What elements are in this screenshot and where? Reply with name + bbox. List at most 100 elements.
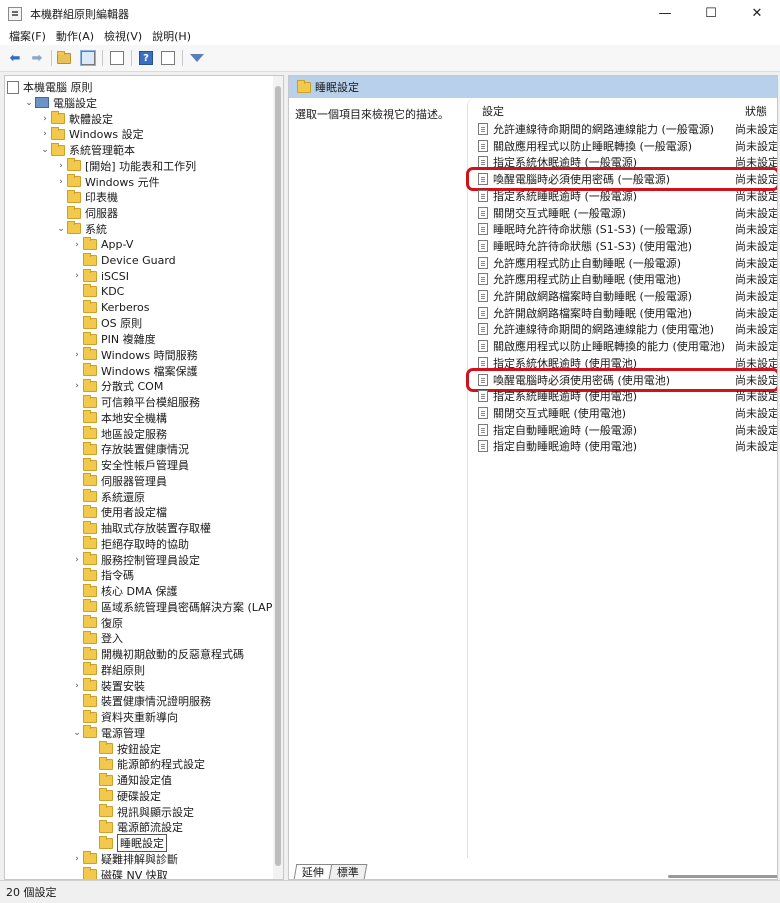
menu-action[interactable]: 動作(A) [51,28,99,44]
tree-item[interactable]: ⌄ 系統 [55,221,107,237]
help-icon[interactable]: ? [137,49,155,67]
tree-item[interactable]: 伺服器管理員 [71,473,167,489]
tree-item[interactable]: 裝置健康情況證明服務 [71,693,211,709]
setting-row[interactable]: 允許連線待命期間的網路連線能力 (使用電池) 尚未設定 [478,321,777,337]
tree-item[interactable]: ⌄ 系統管理範本 [39,142,135,158]
properties-icon[interactable] [159,49,177,67]
tree-item[interactable]: 電源節流設定 [87,819,183,835]
maximize-icon[interactable]: ☐ [688,0,734,27]
setting-row[interactable]: 允許應用程式防止自動睡眠 (一般電源) 尚未設定 [478,255,777,271]
forward-arrow-icon[interactable]: ➡ [28,49,46,67]
back-arrow-icon[interactable]: ⬅ [6,49,24,67]
setting-row[interactable]: 指定自動睡眠逾時 (一般電源) 尚未設定 [478,422,777,438]
tree-item[interactable]: 登入 [71,630,123,646]
chevron-down-icon[interactable]: ⌄ [39,142,51,158]
tree-item[interactable]: 資料夾重新導向 [71,709,178,725]
chevron-right-icon[interactable]: › [55,174,67,190]
tree-item[interactable]: 拒絕存取時的協助 [71,536,189,552]
tree-item[interactable]: 抽取式存放裝置存取權 [71,520,211,536]
chevron-down-icon[interactable]: ⌄ [23,95,35,111]
setting-row[interactable]: 關啟應用程式以防止睡眠轉換的能力 (使用電池) 尚未設定 [478,338,777,354]
tree-item[interactable]: 能源節約程式設定 [87,756,205,772]
setting-row[interactable]: 睡眠時允許待命狀態 (S1-S3) (使用電池) 尚未設定 [478,238,777,254]
tree-item[interactable]: 存放裝置健康情況 [71,441,189,457]
tree-scroll-thumb[interactable] [275,86,281,866]
tree-item[interactable]: 可信賴平台模組服務 [71,394,200,410]
tree-item[interactable]: › 疑難排解與診斷 [71,851,178,867]
tree-item[interactable]: OS 原則 [71,315,142,331]
tree-item[interactable]: › 裝置安裝 [71,678,145,694]
tree-item[interactable]: ⌄ 電源管理 [71,725,145,741]
tree-item[interactable]: 印表機 [55,189,118,205]
setting-row[interactable]: 允許應用程式防止自動睡眠 (使用電池) 尚未設定 [478,271,777,287]
chevron-right-icon[interactable]: › [71,851,83,867]
tree-item[interactable]: Device Guard [71,252,176,268]
tree-item[interactable]: › iSCSI [71,268,129,284]
tree-item[interactable]: KDC [71,284,124,300]
chevron-right-icon[interactable]: › [39,111,51,127]
tree-item[interactable]: 安全性帳戶管理員 [71,457,189,473]
tree-item[interactable]: › App-V [71,237,133,253]
chevron-right-icon[interactable]: › [71,237,83,253]
tree-item[interactable]: › Windows 元件 [55,174,160,190]
tree-item[interactable]: › Windows 設定 [39,126,144,142]
chevron-right-icon[interactable]: › [71,678,83,694]
chevron-down-icon[interactable]: ⌄ [55,221,67,237]
tree-item[interactable]: 按鈕設定 [87,741,161,757]
setting-row[interactable]: 睡眠時允許待命狀態 (S1-S3) (一般電源) 尚未設定 [478,221,777,237]
chevron-right-icon[interactable]: › [71,268,83,284]
show-hide-tree-icon[interactable] [79,49,97,67]
up-folder-icon[interactable] [57,49,75,67]
tree-item[interactable]: 睡眠設定 [87,834,167,852]
tree-item[interactable]: › [開始] 功能表和工作列 [55,158,196,174]
tree-item[interactable]: 硬碟設定 [87,788,161,804]
chevron-right-icon[interactable]: › [71,552,83,568]
tree-item[interactable]: 通知設定值 [87,772,172,788]
tree-item[interactable]: PIN 複雜度 [71,331,156,347]
tree-item[interactable]: 群組原則 [71,662,145,678]
chevron-down-icon[interactable]: ⌄ [71,725,83,741]
list-hscrollbar[interactable] [668,875,777,878]
tab-extended[interactable]: 延伸 [293,864,333,879]
setting-row[interactable]: 允許開啟網路檔案時自動睡眠 (一般電源) 尚未設定 [478,288,777,304]
tree-item[interactable]: Windows 檔案保護 [71,363,198,379]
setting-row[interactable]: 指定自動睡眠逾時 (使用電池) 尚未設定 [478,438,777,454]
tree-item[interactable]: 核心 DMA 保護 [71,583,177,599]
tree-item[interactable]: 區域系統管理員密碼解決方案 (LAPS) [71,599,283,615]
chevron-right-icon[interactable]: › [71,378,83,394]
setting-row[interactable]: 指定系統睡眠逾時 (使用電池) 尚未設定 [478,388,777,404]
tree-item[interactable]: › 分散式 COM [71,378,163,394]
setting-row[interactable]: 指定系統睡眠逾時 (一般電源) 尚未設定 [478,188,777,204]
tree-item[interactable]: 視訊與顯示設定 [87,804,194,820]
export-list-icon[interactable] [108,49,126,67]
tree-item[interactable]: › 服務控制管理員設定 [71,552,200,568]
tree-item[interactable]: 磁碟 NV 快取 [71,867,168,879]
setting-row[interactable]: 關閉交互式睡眠 (使用電池) 尚未設定 [478,405,777,421]
menu-view[interactable]: 檢視(V) [99,28,147,44]
tree-item[interactable]: 使用者設定檔 [71,504,167,520]
tree-item[interactable]: 本機電腦 原則 [7,79,93,95]
tree-item[interactable]: 地區設定服務 [71,426,167,442]
tree-item[interactable]: ⌄ 電腦設定 [23,95,97,111]
tab-standard[interactable]: 標準 [328,864,368,879]
minimize-icon[interactable]: — [642,0,688,27]
setting-row[interactable]: 允許開啟網路檔案時自動睡眠 (使用電池) 尚未設定 [478,305,777,321]
tree-item[interactable]: 指令碼 [71,567,134,583]
menu-help[interactable]: 說明(H) [147,28,196,44]
column-header-state[interactable]: 狀態 [745,103,767,119]
tree-item[interactable]: › 軟體設定 [39,111,113,127]
tree-item[interactable]: 復原 [71,615,123,631]
tree-scrollbar[interactable] [273,76,283,879]
tree-item[interactable]: 本地安全機構 [71,410,167,426]
menu-file[interactable]: 檔案(F) [4,28,51,44]
tree-item[interactable]: › Windows 時間服務 [71,347,198,363]
tree-item[interactable]: Kerberos [71,300,149,316]
setting-row[interactable]: 關啟應用程式以防止睡眠轉換 (一般電源) 尚未設定 [478,138,777,154]
close-icon[interactable]: ✕ [734,0,780,27]
filter-icon[interactable] [188,49,206,67]
chevron-right-icon[interactable]: › [39,126,51,142]
setting-row[interactable]: 關閉交互式睡眠 (一般電源) 尚未設定 [478,205,777,221]
column-header-setting[interactable]: 設定 [482,103,504,119]
setting-row[interactable]: 允許連線待命期間的網路連線能力 (一般電源) 尚未設定 [478,121,777,137]
chevron-right-icon[interactable]: › [71,347,83,363]
